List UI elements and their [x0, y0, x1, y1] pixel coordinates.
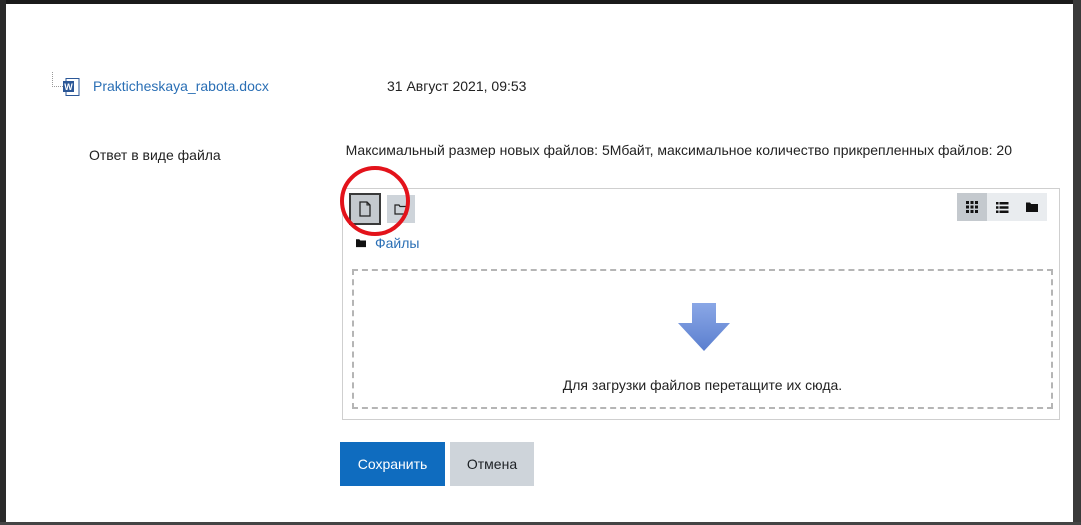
- view-tree-button[interactable]: [1017, 193, 1047, 221]
- file-icon: [359, 201, 371, 217]
- frame-top-border: [0, 0, 1081, 4]
- breadcrumb-files-link[interactable]: Файлы: [375, 235, 419, 251]
- breadcrumb-folder-icon: [355, 238, 367, 248]
- grid-icon: [966, 201, 978, 213]
- add-file-button[interactable]: [349, 193, 381, 225]
- folder-icon: [1026, 202, 1038, 212]
- file-manager-toolbar: [343, 189, 1059, 231]
- upload-limits-text: Максимальный размер новых файлов: 5Мбайт…: [345, 142, 1012, 158]
- frame-left-border: [0, 0, 6, 525]
- list-icon: [996, 201, 1009, 213]
- save-button[interactable]: Сохранить: [340, 442, 445, 486]
- word-document-icon: W: [63, 78, 80, 96]
- submitted-file-date: 31 Август 2021, 09:53: [387, 78, 527, 94]
- submitted-file-link[interactable]: Prakticheskaya_rabota.docx: [93, 78, 269, 94]
- view-list-button[interactable]: [987, 193, 1017, 221]
- tree-connector: [52, 72, 63, 87]
- cancel-button[interactable]: Отмена: [450, 442, 534, 486]
- svg-text:W: W: [64, 82, 73, 92]
- breadcrumb: Файлы: [355, 235, 419, 251]
- frame-right-border: [1073, 0, 1081, 525]
- file-submission-label: Ответ в виде файла: [89, 147, 221, 163]
- drop-arrow-icon: [678, 303, 730, 351]
- drop-zone-text: Для загрузки файлов перетащите их сюда.: [562, 377, 843, 393]
- folder-outline-icon: [394, 204, 408, 215]
- view-icons-button[interactable]: [957, 193, 987, 221]
- create-folder-button[interactable]: [387, 195, 415, 223]
- file-drop-zone[interactable]: Для загрузки файлов перетащите их сюда.: [352, 269, 1053, 409]
- file-manager: Файлы Для загрузки файлов перетащите их …: [342, 188, 1060, 420]
